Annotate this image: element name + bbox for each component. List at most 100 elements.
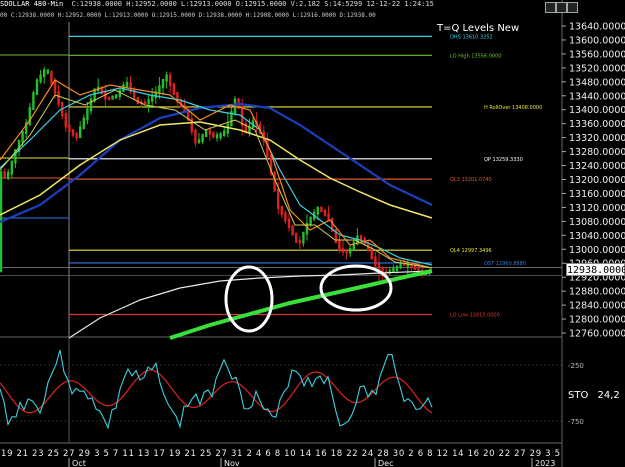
candle-body	[82, 117, 85, 130]
current-price-tag: 12938.0000	[566, 263, 625, 276]
price-tick-label: 13240.0000	[569, 161, 625, 172]
price-tick-label: 13360.0000	[569, 119, 625, 130]
price-tick-label: 13160.0000	[569, 189, 625, 200]
oscillator-label: STO 24,2	[568, 390, 620, 401]
candle-body	[298, 240, 301, 244]
candle-body	[115, 94, 118, 99]
price-tick-label: 12840.0000	[569, 301, 625, 312]
minimize-button[interactable]	[545, 2, 556, 13]
candle-body	[309, 216, 312, 226]
level-label: QL4 12997.3496	[450, 248, 492, 254]
candle-body	[320, 206, 323, 213]
price-axis: 13640.0000 13600.0000 13560.0000 13520.0000…	[562, 22, 625, 340]
price-tick-label: 13400.0000	[569, 105, 625, 116]
candle-body	[280, 206, 283, 216]
candle-body	[46, 69, 49, 74]
symbol-label: SDOLLAR 480-Min	[0, 0, 64, 8]
candle-body	[43, 69, 46, 78]
oscillator-name: STO	[568, 390, 589, 401]
level-label: LO High 13556.0000	[450, 53, 501, 59]
candle-body	[194, 129, 197, 144]
candle-body	[147, 98, 150, 105]
candle-body	[71, 129, 75, 136]
maximize-button[interactable]	[556, 2, 567, 13]
candle-body	[68, 124, 71, 132]
candle-body	[165, 74, 168, 82]
candle-body	[89, 98, 93, 112]
price-tick-label: 13000.0000	[569, 245, 625, 256]
candle-body	[201, 134, 204, 143]
candle-body	[57, 91, 60, 105]
candle-body	[32, 92, 35, 111]
candle-body	[39, 74, 42, 83]
osc-tick-label: -750	[568, 418, 584, 426]
indicator-header: 00 C:12938.0000 H:12952.0000 L:12913.000…	[0, 12, 376, 19]
candle-body	[86, 108, 89, 121]
candle-body	[395, 265, 399, 271]
candle-body	[277, 188, 280, 209]
candle-body	[64, 113, 67, 128]
level-label: OST 12960.8880	[484, 261, 526, 267]
candle-body	[295, 232, 298, 243]
chart-title: T=Q Levels New	[437, 23, 520, 34]
candle-body	[10, 160, 13, 175]
candle-body	[208, 129, 211, 135]
candle-body	[316, 206, 319, 215]
candle-body	[143, 101, 147, 105]
candle-body	[50, 70, 53, 84]
candle-body	[352, 241, 355, 251]
candle-body	[226, 123, 229, 134]
candle-body	[215, 134, 219, 139]
candle-body	[3, 171, 6, 179]
price-tick-label: 13440.0000	[569, 91, 625, 102]
candle-body	[21, 131, 24, 143]
level-label: OHS 13610.3252	[450, 34, 493, 40]
candle-body	[266, 138, 269, 158]
month-label: Dec	[378, 459, 393, 467]
candle-body	[302, 231, 305, 244]
price-tick-label: 13040.0000	[569, 231, 625, 242]
close-button[interactable]	[567, 2, 578, 13]
time-tick-labels: 19 21 23 25 27 29 3 5 7 11 13 17 19 21 2…	[1, 449, 560, 459]
price-tick-label: 13600.0000	[569, 35, 625, 46]
price-tick-label: 13480.0000	[569, 77, 625, 88]
level-label: QL3 13201.0740	[450, 177, 492, 183]
candle-body	[172, 83, 175, 95]
level-label: QP 13259.3330	[484, 157, 523, 163]
price-tick-label: 13640.0000	[569, 22, 625, 33]
price-tick-label: 13520.0000	[569, 63, 625, 74]
candle-body	[345, 249, 348, 254]
candle-body	[370, 248, 373, 260]
candle-body	[291, 225, 294, 236]
symbol-header: SDOLLAR 480-Min C:12938.0000 H:12952.000…	[0, 0, 434, 12]
candle-body	[212, 131, 215, 138]
candle-body	[161, 79, 165, 89]
price-tick-label: 13200.0000	[569, 175, 625, 186]
candle-body	[79, 126, 82, 139]
month-label: Nov	[224, 459, 240, 467]
price-tick-label: 13320.0000	[569, 133, 625, 144]
candle-body	[197, 139, 201, 144]
month-label: 2023	[535, 459, 555, 467]
price-tick-label: 13560.0000	[569, 49, 625, 60]
candle-body	[284, 212, 287, 222]
candle-body	[35, 79, 39, 95]
price-tick-label: 13080.0000	[569, 217, 625, 228]
candle-body	[223, 130, 226, 136]
ohlc-readout: C:12938.0000 H:12952.0000 L:12913.0000 O…	[71, 0, 434, 8]
price-tick-label: 13120.0000	[569, 203, 625, 214]
candle-body	[341, 248, 345, 253]
price-tick-label: 12800.0000	[569, 315, 625, 326]
candle-body	[107, 96, 111, 100]
candle-body	[53, 80, 57, 94]
candle-body	[75, 132, 78, 139]
level-label: H RollOver 13408.0000	[484, 105, 542, 111]
candle-body	[7, 171, 10, 179]
chart-canvas[interactable]: OHS 13610.3252 LO High 13556.0000 H RollOv…	[0, 0, 625, 467]
candle-body	[327, 213, 330, 221]
candle-body	[399, 262, 402, 269]
price-tick-label: 12760.0000	[569, 329, 625, 340]
candle-body	[338, 240, 341, 252]
price-tick-label: 12880.0000	[569, 287, 625, 298]
oscillator-value: 24,2	[597, 390, 620, 401]
